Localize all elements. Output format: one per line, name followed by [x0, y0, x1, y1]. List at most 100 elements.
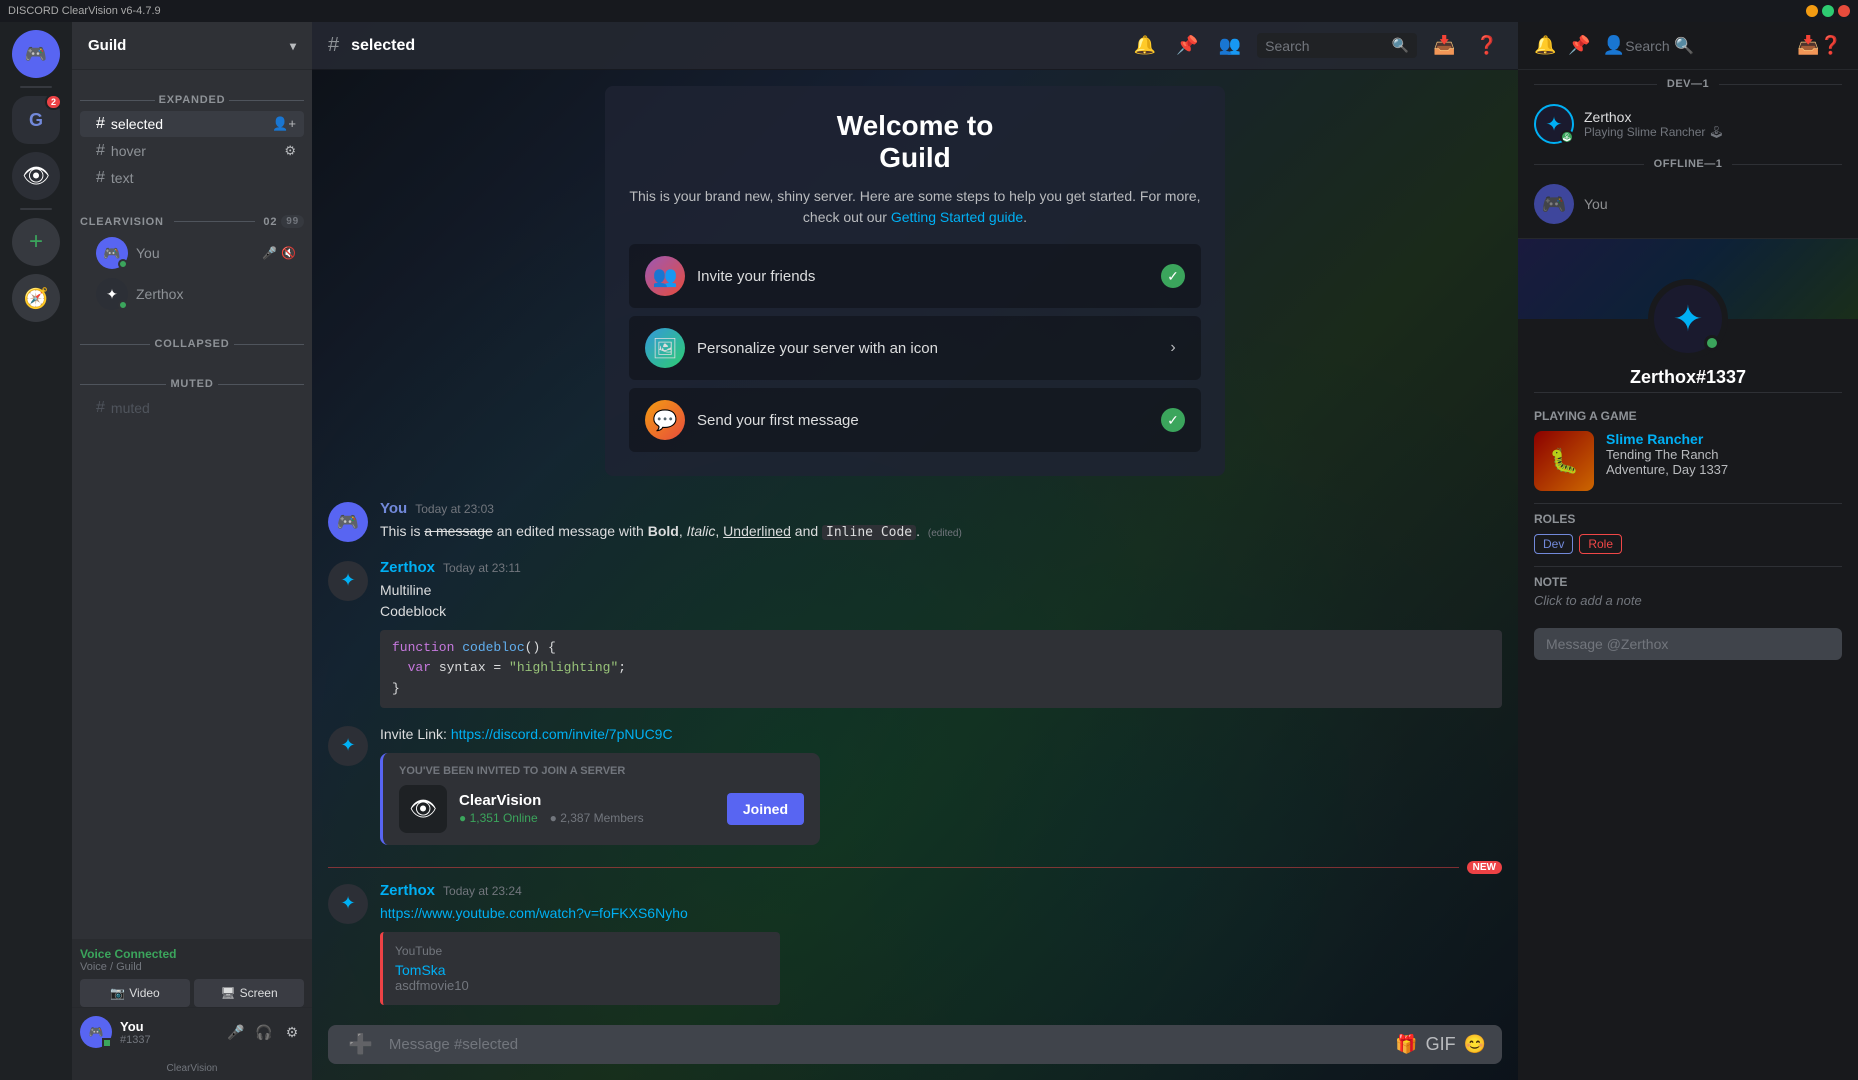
notification-icon[interactable]: 🔔 — [1534, 35, 1556, 56]
server-icon-clearvision[interactable]: 👁 — [12, 152, 60, 200]
main-content: # selected 🔔 📌 👥 Search 🔍 📥 ❓ Welcome to… — [312, 22, 1518, 1080]
members-icon[interactable]: 👥 — [1215, 31, 1245, 60]
close-button[interactable] — [1838, 5, 1850, 17]
zerthox-playing-badge: 🕹 — [1560, 130, 1574, 144]
search-box[interactable]: Search 🔍 — [1257, 33, 1417, 58]
join-server-button[interactable]: Joined — [727, 793, 804, 825]
dm-input[interactable]: Message @Zerthox — [1534, 628, 1842, 660]
message-input[interactable] — [389, 1025, 1383, 1064]
channel-item-muted[interactable]: # muted — [80, 395, 304, 421]
category-collapsed[interactable]: COLLAPSED — [72, 322, 312, 354]
offline-line-left — [1534, 164, 1644, 165]
video-button[interactable]: 📷 Video — [80, 979, 190, 1007]
var-name: syntax = — [439, 660, 509, 675]
zerthox-ml-activity: Playing Slime Rancher 🕹 — [1584, 125, 1724, 139]
checklist-item-message[interactable]: 💬 Send your first message ✓ — [629, 388, 1201, 452]
strikethrough-text: a message — [424, 523, 492, 539]
settings-icon[interactable]: ⚙ — [284, 143, 296, 159]
zerthox-yt-icon: ✦ — [340, 893, 355, 914]
zerthox-avatar: ✦ — [96, 278, 128, 310]
member-item-zerthox[interactable]: ✦ Zerthox — [80, 274, 304, 314]
channel-item-hover[interactable]: # hover ⚙ — [80, 138, 304, 164]
friends-icon[interactable]: 👤 — [1603, 35, 1625, 56]
playing-game: 🐛 Slime Rancher Tending The Ranch Advent… — [1518, 427, 1858, 503]
attach-button[interactable]: ➕ — [344, 1028, 377, 1061]
discord-logo-icon: 🎮 — [25, 44, 47, 65]
server-label: ClearVision — [72, 1056, 312, 1080]
deafen-button[interactable]: 🎧 — [252, 1020, 276, 1044]
online-count: ● 1,351 Online — [459, 811, 538, 825]
invite-server-name: ClearVision — [459, 792, 644, 809]
current-user-tag: #1337 — [120, 1034, 216, 1046]
profile-avatar-wrap: ✦ — [1518, 279, 1858, 359]
profile-panel: ✦ Zerthox#1337 PLAYING A GAME 🐛 Slime Ra… — [1518, 238, 1858, 676]
inbox-icon[interactable]: 📥 — [1429, 31, 1459, 60]
checklist-item-invite[interactable]: 👥 Invite your friends ✓ — [629, 244, 1201, 308]
zerthox-member-list-item[interactable]: ✦ 🕹 Zerthox Playing Slime Rancher 🕹 — [1518, 98, 1858, 150]
messages-area[interactable]: Welcome toGuild This is your brand new, … — [312, 70, 1518, 1025]
server-icon-guild[interactable]: G 2 — [12, 96, 60, 144]
member-item-you[interactable]: 🎮 You 🎤 🔇 — [80, 233, 304, 273]
category-line-left — [80, 100, 155, 101]
you-ml-name: You — [1584, 196, 1608, 212]
youtube-embed: YouTube TomSka asdfmovie10 — [380, 932, 780, 1005]
category-clearvision: ClearVision 02 99 — [72, 199, 312, 232]
channel-list: EXPANDED # selected 👤+ # hover ⚙ # text — [72, 70, 312, 939]
channel-item-selected[interactable]: # selected 👤+ — [80, 111, 304, 137]
pin-icon[interactable]: 📌 — [1172, 31, 1202, 60]
invite-link-text: Invite Link: https://discord.com/invite/… — [380, 724, 1502, 745]
category-line-cv — [174, 221, 256, 222]
voice-controls: 📷 Video 🖥 Screen — [80, 979, 304, 1007]
mute-button[interactable]: 🎤 — [224, 1020, 248, 1044]
role-badge-dev: Dev — [1534, 534, 1573, 554]
add-server-button[interactable]: + — [12, 218, 60, 266]
channel-icons-right: 👤+ — [272, 116, 296, 132]
roles-area: ROLES Dev Role — [1518, 512, 1858, 566]
checklist-item-personalize[interactable]: 🖼 Personalize your server with an icon › — [629, 316, 1201, 380]
var-keyword: var — [408, 660, 439, 675]
maximize-button[interactable] — [1822, 5, 1834, 17]
add-user-icon[interactable]: 👤+ — [272, 116, 296, 132]
message-input-right-icons: 🎁 GIF 😊 — [1395, 1034, 1486, 1055]
note-text: Click to add a note — [1534, 593, 1842, 608]
titlebar: DISCORD ClearVision v6-4.7.9 — [0, 0, 1858, 22]
help-icon[interactable]: ❓ — [1472, 31, 1502, 60]
screen-button[interactable]: 🖥 Screen — [194, 979, 304, 1007]
youtube-link[interactable]: https://www.youtube.com/watch?v=foFKXS6N… — [380, 905, 688, 921]
pin-right-icon[interactable]: 📌 — [1568, 35, 1590, 56]
getting-started-link[interactable]: Getting Started guide — [891, 209, 1023, 225]
zerthox-ml-name: Zerthox — [1584, 109, 1724, 125]
help-right-icon[interactable]: ❓ — [1820, 35, 1842, 56]
invite-info: ClearVision ● 1,351 Online ● 2,387 Membe… — [459, 792, 644, 825]
you-avatar-icon: 🎮 — [103, 245, 120, 262]
offline-section-label: OFFLINE—1 — [1648, 158, 1729, 170]
server-icon-home[interactable]: 🎮 — [12, 30, 60, 78]
gift-icon[interactable]: 🎁 — [1395, 1034, 1417, 1055]
add-icon: + — [29, 228, 43, 256]
bold-text: Bold — [648, 523, 679, 539]
clearvision-badge2: 99 — [281, 215, 304, 228]
search-box-right[interactable]: Search 🔍 — [1625, 36, 1785, 56]
minimize-button[interactable] — [1806, 5, 1818, 17]
emoji-icon[interactable]: 😊 — [1464, 1034, 1486, 1055]
server-notification-badge: 2 — [45, 94, 62, 110]
channel-item-text[interactable]: # text — [80, 165, 304, 191]
string-value: "highlighting" — [509, 660, 618, 675]
zerthox-yt-header: Zerthox Today at 23:24 — [380, 882, 1502, 899]
hash-icon: # — [96, 115, 105, 133]
you-msg-username: You — [380, 500, 407, 517]
zerthox-msg-header: Zerthox Today at 23:11 — [380, 559, 1502, 576]
explore-server-button[interactable]: 🧭 — [12, 274, 60, 322]
screen-icon: 🖥 — [220, 986, 235, 1000]
inbox-right-icon[interactable]: 📥 — [1797, 35, 1819, 56]
guild-letter-icon: G — [29, 110, 43, 131]
invite-url[interactable]: https://discord.com/invite/7pNUC9C — [451, 726, 673, 742]
app-title: DISCORD ClearVision v6-4.7.9 — [8, 5, 161, 17]
server-header[interactable]: Guild ▾ — [72, 22, 312, 70]
gif-icon[interactable]: GIF — [1426, 1034, 1456, 1055]
bell-icon[interactable]: 🔔 — [1130, 31, 1160, 60]
code-indent — [392, 660, 408, 675]
user-settings-button[interactable]: ⚙ — [280, 1020, 304, 1044]
dev-section-label: DEV—1 — [1661, 78, 1715, 90]
you-member-list-item[interactable]: 🎮 You — [1518, 178, 1858, 230]
